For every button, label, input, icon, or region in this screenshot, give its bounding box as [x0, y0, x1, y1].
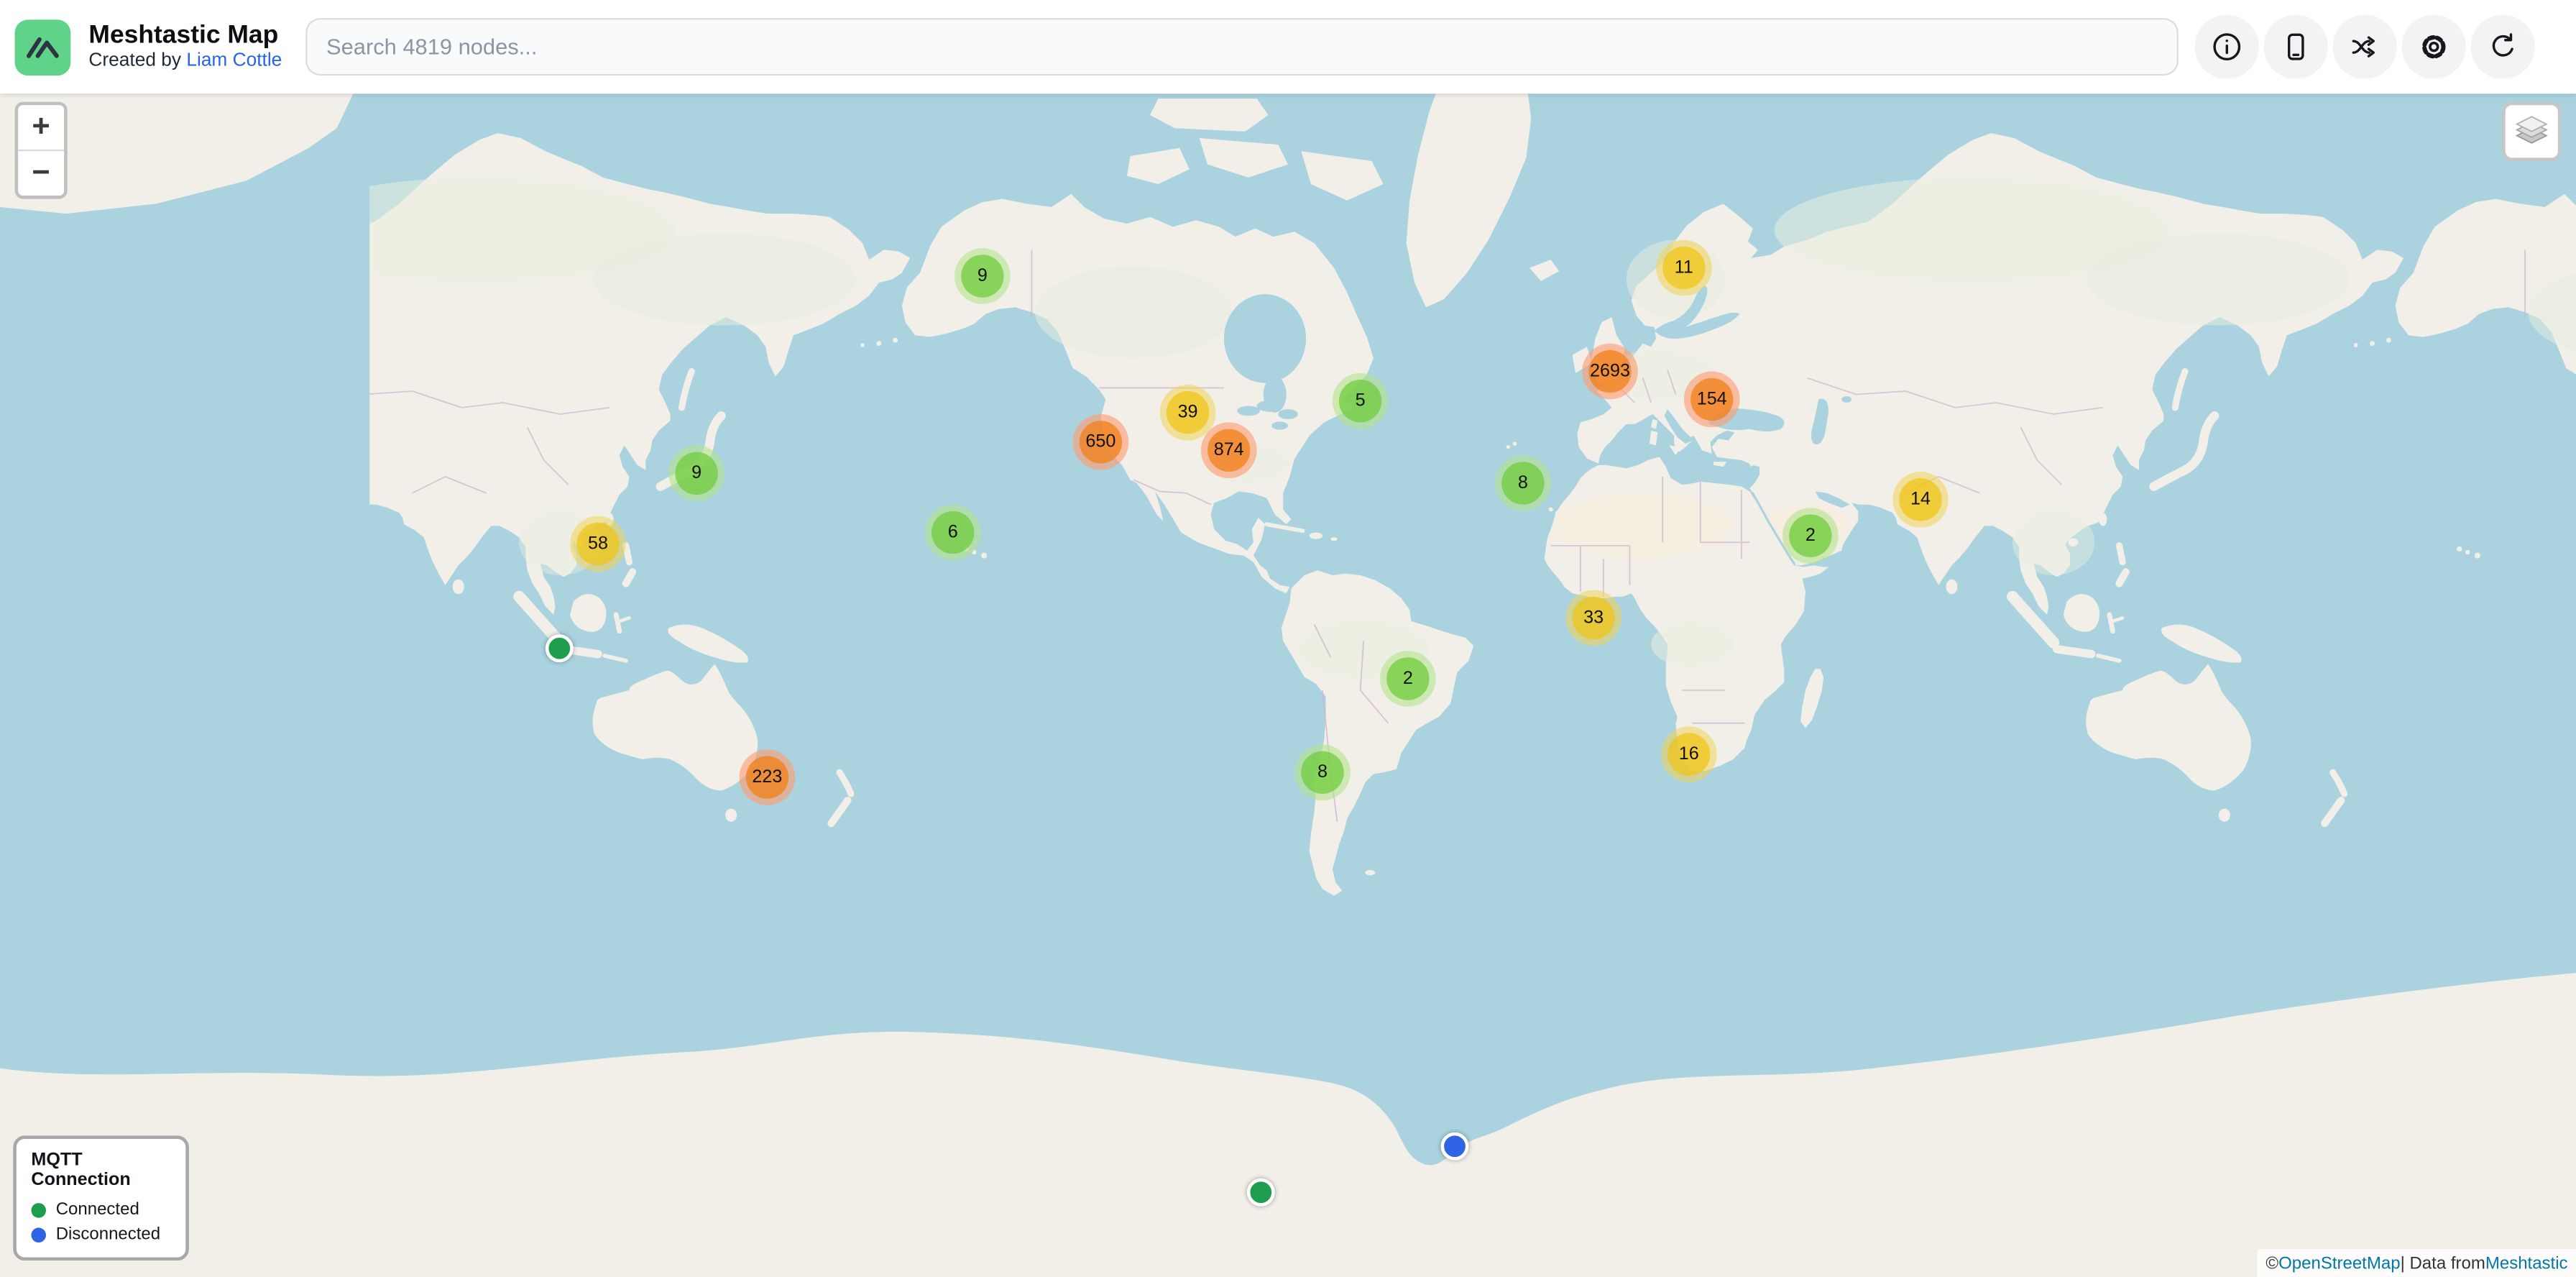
mqtt-connection-legend: MQTT Connection Connected Disconnected	[13, 1135, 189, 1260]
node-marker-connected[interactable]	[545, 633, 573, 662]
author-link[interactable]: Liam Cottle	[186, 50, 282, 70]
app-title: Meshtastic Map	[88, 22, 282, 51]
legend-title: MQTT Connection	[31, 1150, 170, 1190]
mountains-logo-icon	[23, 27, 63, 67]
cluster-marker[interactable]: 33	[1565, 590, 1622, 646]
brand-block: Meshtastic Map Created by Liam Cottle	[88, 22, 282, 73]
byline: Created by Liam Cottle	[88, 50, 282, 72]
cluster-marker[interactable]: 8	[1495, 455, 1551, 511]
cluster-marker[interactable]: 11	[1656, 240, 1712, 296]
info-button[interactable]	[2194, 15, 2258, 79]
meshtastic-map-app: 911269315439650874589586214332816223 + −…	[0, 0, 2576, 1277]
attribution-separator: | Data from	[2401, 1253, 2485, 1273]
zoom-out-button[interactable]: −	[18, 151, 64, 196]
cluster-marker[interactable]: 14	[1892, 472, 1949, 528]
settings-button[interactable]	[2401, 15, 2465, 79]
copyright-text: ©	[2266, 1253, 2278, 1273]
layers-control-button[interactable]	[2502, 102, 2561, 161]
cluster-marker[interactable]: 154	[1684, 372, 1740, 428]
cluster-marker[interactable]: 5	[1333, 373, 1389, 429]
shuffle-icon	[2347, 29, 2381, 64]
settings-gear-icon	[2416, 29, 2450, 64]
node-marker-disconnected[interactable]	[1440, 1132, 1468, 1160]
byline-prefix: Created by	[88, 50, 181, 70]
cluster-marker[interactable]: 2	[1782, 508, 1839, 564]
cluster-marker[interactable]: 223	[740, 749, 796, 805]
search-input[interactable]	[305, 18, 2178, 75]
zoom-control: + −	[15, 102, 68, 199]
node-marker-connected[interactable]	[1246, 1178, 1274, 1206]
zoom-in-button[interactable]: +	[18, 105, 64, 151]
cluster-marker[interactable]: 9	[954, 248, 1011, 304]
mobile-device-icon	[2278, 29, 2312, 64]
openstreetmap-link[interactable]: OpenStreetMap	[2278, 1253, 2400, 1273]
legend-item-connected: Connected	[31, 1200, 170, 1219]
info-icon	[2209, 29, 2243, 64]
cluster-marker[interactable]: 16	[1661, 726, 1717, 782]
world-map[interactable]: 911269315439650874589586214332816223	[0, 0, 2576, 1277]
refresh-icon	[2485, 29, 2519, 64]
random-node-button[interactable]	[2332, 15, 2396, 79]
refresh-button[interactable]	[2470, 15, 2534, 79]
disconnected-status-dot	[31, 1227, 46, 1242]
header-buttons	[2194, 15, 2534, 79]
meshtastic-logo	[15, 19, 71, 75]
cluster-marker[interactable]: 8	[1294, 744, 1351, 800]
legend-label: Disconnected	[56, 1225, 160, 1244]
cluster-marker[interactable]: 2693	[1582, 344, 1638, 400]
cluster-marker[interactable]: 650	[1073, 414, 1129, 470]
cluster-marker[interactable]: 58	[570, 516, 626, 572]
top-bar: Meshtastic Map Created by Liam Cottle	[0, 0, 2576, 93]
layers-icon	[2512, 111, 2552, 151]
cluster-marker[interactable]: 874	[1201, 422, 1257, 478]
connected-status-dot	[31, 1202, 46, 1217]
cluster-marker[interactable]: 2	[1380, 651, 1436, 707]
marker-layer: 911269315439650874589586214332816223	[0, 0, 2576, 1277]
devices-button[interactable]	[2263, 15, 2327, 79]
meshtastic-link[interactable]: Meshtastic	[2485, 1253, 2568, 1273]
legend-label: Connected	[56, 1200, 139, 1219]
cluster-marker[interactable]: 9	[668, 445, 724, 501]
cluster-marker[interactable]: 6	[925, 505, 981, 561]
map-attribution: © OpenStreetMap | Data from Meshtastic	[2258, 1249, 2576, 1277]
legend-item-disconnected: Disconnected	[31, 1225, 170, 1244]
